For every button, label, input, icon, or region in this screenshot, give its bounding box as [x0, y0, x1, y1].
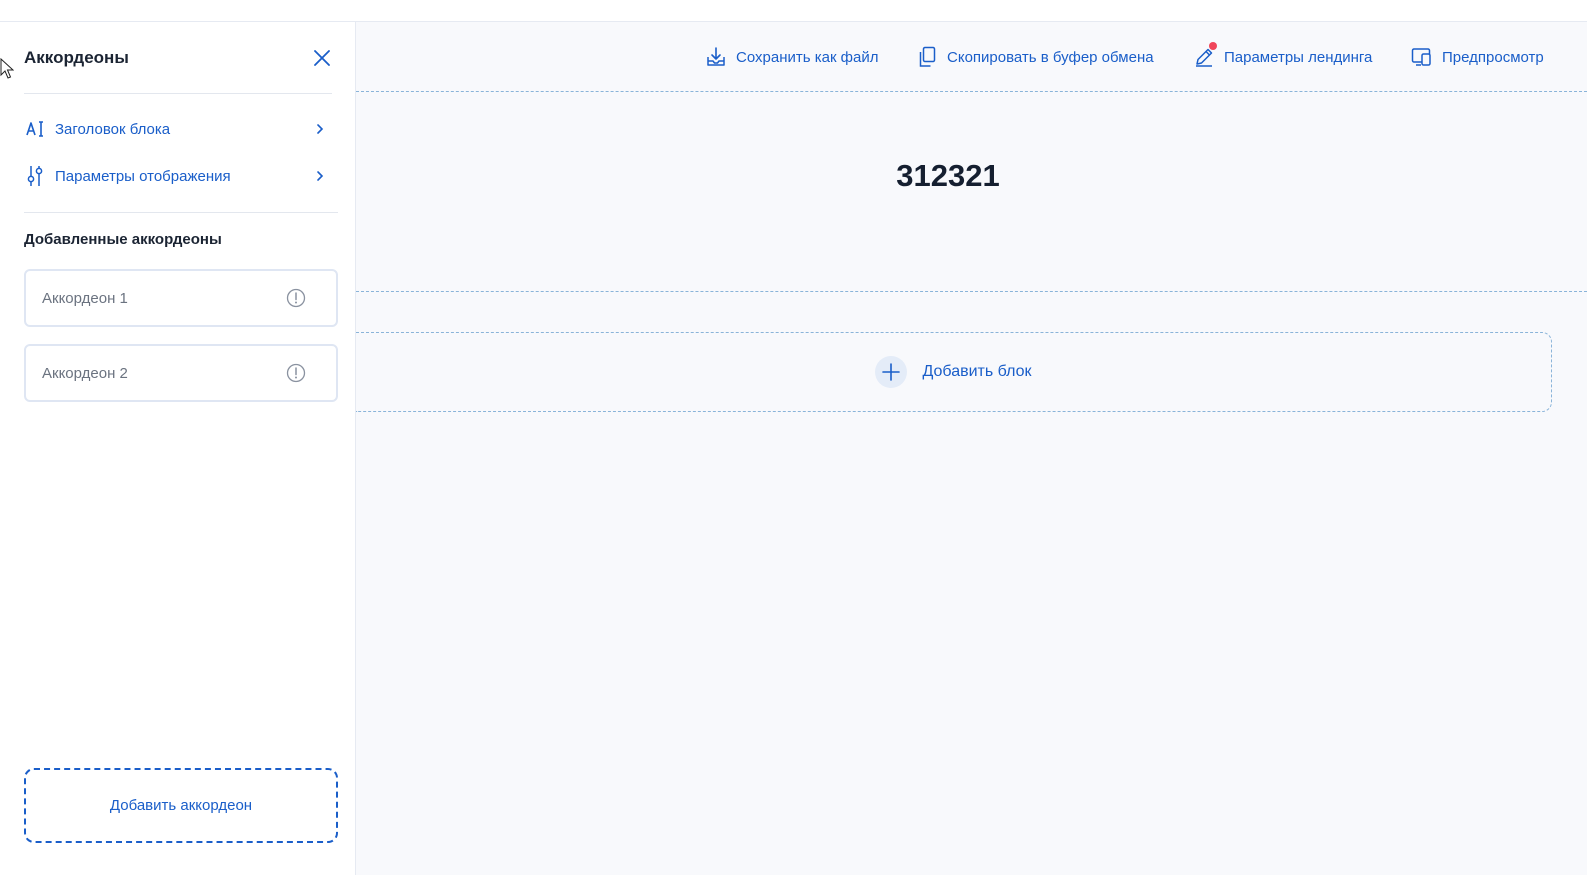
accordion-item[interactable]: Аккордеон 1: [24, 269, 338, 327]
sliders-icon: [24, 165, 46, 187]
close-icon[interactable]: [310, 46, 334, 70]
top-header-strip: [0, 0, 1587, 22]
accordion-item[interactable]: Аккордеон 2: [24, 344, 338, 402]
panel-title: Аккордеоны: [24, 48, 129, 67]
accordion-settings-panel: Аккордеоны Заголовок блока Параметры ото…: [0, 22, 356, 875]
menu-item-label: Заголовок блока: [55, 120, 171, 138]
accordion-name: Аккордеон 2: [42, 364, 128, 382]
save-as-file-label: Сохранить как файл: [736, 48, 879, 66]
chevron-right-icon: [312, 121, 328, 137]
landing-params-label: Параметры лендинга: [1224, 48, 1373, 66]
notification-dot: [1209, 42, 1217, 50]
mouse-cursor-icon: [0, 58, 14, 79]
copy-to-clipboard-label: Скопировать в буфер обмена: [947, 48, 1154, 66]
copy-to-clipboard-button[interactable]: Скопировать в буфер обмена: [916, 45, 1154, 69]
devices-icon: [1411, 46, 1433, 68]
add-block-label: Добавить блок: [922, 363, 1032, 380]
divider: [24, 93, 332, 94]
preview-button[interactable]: Предпросмотр: [1411, 45, 1544, 69]
pencil-icon: [1193, 42, 1217, 68]
block-title: 312321: [896, 158, 1000, 193]
panel-header: Аккордеоны: [24, 46, 334, 70]
chevron-right-icon: [312, 168, 328, 184]
editor-toolbar: Сохранить как файл Скопировать в буфер о…: [356, 22, 1587, 92]
divider: [24, 212, 338, 213]
download-tray-icon: [705, 46, 727, 68]
text-cursor-icon: [24, 118, 46, 140]
preview-label: Предпросмотр: [1442, 48, 1544, 66]
landing-params-button[interactable]: Параметры лендинга: [1193, 42, 1373, 69]
warning-circle-icon: [285, 287, 307, 309]
menu-item-display-params[interactable]: Параметры отображения: [24, 161, 334, 191]
add-accordion-button[interactable]: Добавить аккордеон: [24, 768, 338, 843]
warning-circle-icon: [285, 362, 307, 384]
accordion-block-preview[interactable]: 312321: [356, 92, 1587, 292]
menu-item-block-heading[interactable]: Заголовок блока: [24, 114, 334, 144]
plus-icon: [875, 356, 908, 388]
accordion-name: Аккордеон 1: [42, 289, 128, 307]
save-as-file-button[interactable]: Сохранить как файл: [705, 45, 879, 69]
copy-icon: [916, 46, 938, 68]
menu-item-label: Параметры отображения: [55, 167, 231, 185]
section-title: Добавленные аккордеоны: [24, 231, 222, 248]
add-block-button[interactable]: Добавить блок: [356, 332, 1552, 412]
header-title-fragment: [448, 0, 538, 2]
